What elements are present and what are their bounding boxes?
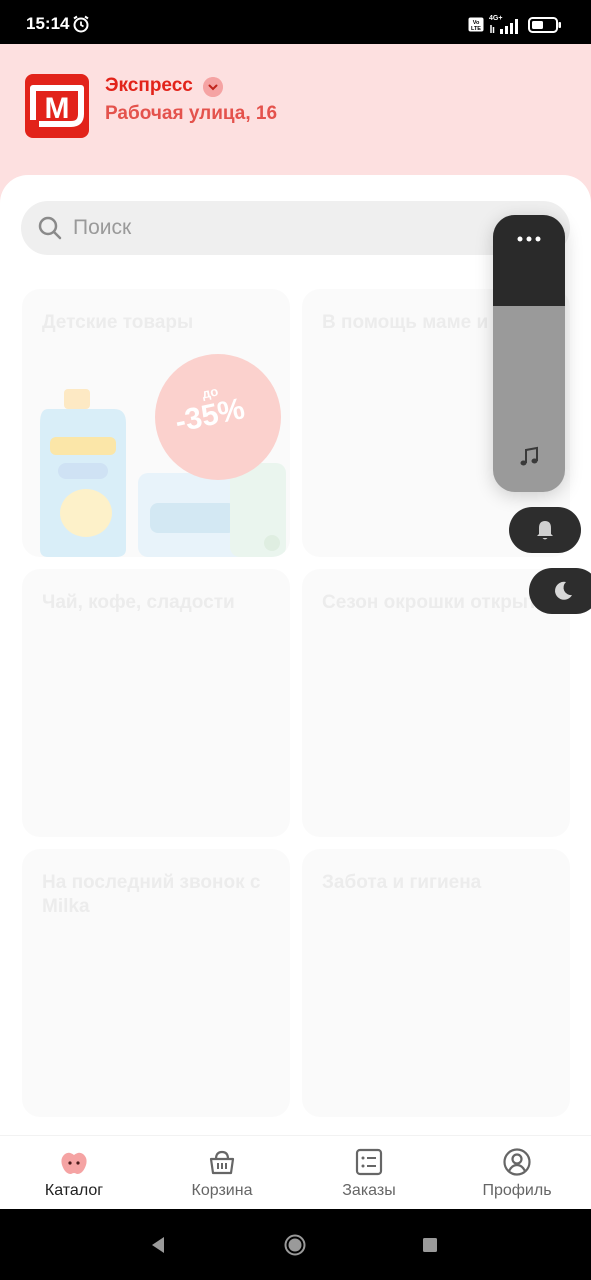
bell-icon — [537, 521, 553, 540]
home-icon[interactable] — [284, 1234, 306, 1256]
nav-item-orders[interactable]: Заказы — [295, 1136, 443, 1210]
volte-icon: Vo LTE — [468, 17, 484, 32]
dnd-mode-button[interactable] — [529, 568, 591, 614]
volume-panel[interactable] — [493, 215, 565, 492]
category-card-okroshka[interactable]: Сезон окрошки открыт — [302, 569, 570, 837]
store-name[interactable]: Экспресс — [105, 75, 193, 97]
delivery-address[interactable]: Рабочая улица, 16 — [105, 103, 277, 125]
back-icon[interactable] — [150, 1236, 166, 1254]
search-input[interactable]: Поиск — [21, 201, 570, 255]
bottom-nav: Каталог Корзина Заказы Профиль — [0, 1135, 591, 1209]
category-card-milka[interactable]: На последний звонок с Milka — [22, 849, 290, 1117]
profile-icon — [503, 1148, 531, 1176]
category-title: Детские товары — [42, 312, 194, 333]
apple-icon — [61, 1152, 87, 1174]
search-icon — [38, 216, 62, 240]
status-bar: 15:14 Vo LTE 4G+ — [0, 0, 591, 44]
brand-logo-letter: М — [45, 92, 70, 125]
puree-pouch-image — [40, 389, 126, 557]
alarm-icon — [73, 15, 89, 33]
basket-icon — [209, 1150, 235, 1175]
nav-label: Профиль — [482, 1182, 552, 1199]
category-card-kids[interactable]: Детские товары до -35% — [22, 289, 290, 557]
nav-label: Корзина — [191, 1182, 253, 1199]
nav-item-cart[interactable]: Корзина — [148, 1136, 296, 1210]
category-card-tea-coffee[interactable]: Чай, кофе, сладости — [22, 569, 290, 837]
search-placeholder: Поиск — [73, 216, 132, 239]
nav-item-catalog[interactable]: Каталог — [0, 1136, 148, 1210]
status-time: 15:14 — [26, 14, 70, 33]
svg-text:LTE: LTE — [471, 26, 481, 32]
more-icon[interactable] — [517, 236, 541, 242]
category-title: Забота и гигиена — [322, 872, 482, 893]
moon-icon — [555, 581, 572, 600]
signal-icon: 4G+ — [489, 15, 518, 34]
category-card-care-hygiene[interactable]: Забота и гигиена — [302, 849, 570, 1117]
recents-icon[interactable] — [423, 1238, 437, 1252]
nav-label: Каталог — [44, 1182, 104, 1199]
brand-logo: М — [25, 74, 89, 138]
orders-list-icon — [355, 1148, 383, 1176]
nav-item-profile[interactable]: Профиль — [443, 1136, 591, 1210]
category-title: Сезон окрошки открыт — [322, 592, 538, 613]
system-nav-bar — [0, 1209, 591, 1280]
category-title: Чай, кофе, сладости — [42, 592, 235, 613]
nav-label: Заказы — [342, 1182, 396, 1199]
volume-panel-empty — [493, 215, 565, 306]
music-icon — [520, 446, 538, 466]
category-title: На последний звонок с Milka — [42, 872, 261, 917]
network-type-label: 4G+ — [489, 15, 502, 22]
ring-mode-button[interactable] — [509, 507, 581, 553]
chevron-down-icon[interactable] — [203, 77, 223, 97]
battery-icon — [528, 17, 561, 33]
